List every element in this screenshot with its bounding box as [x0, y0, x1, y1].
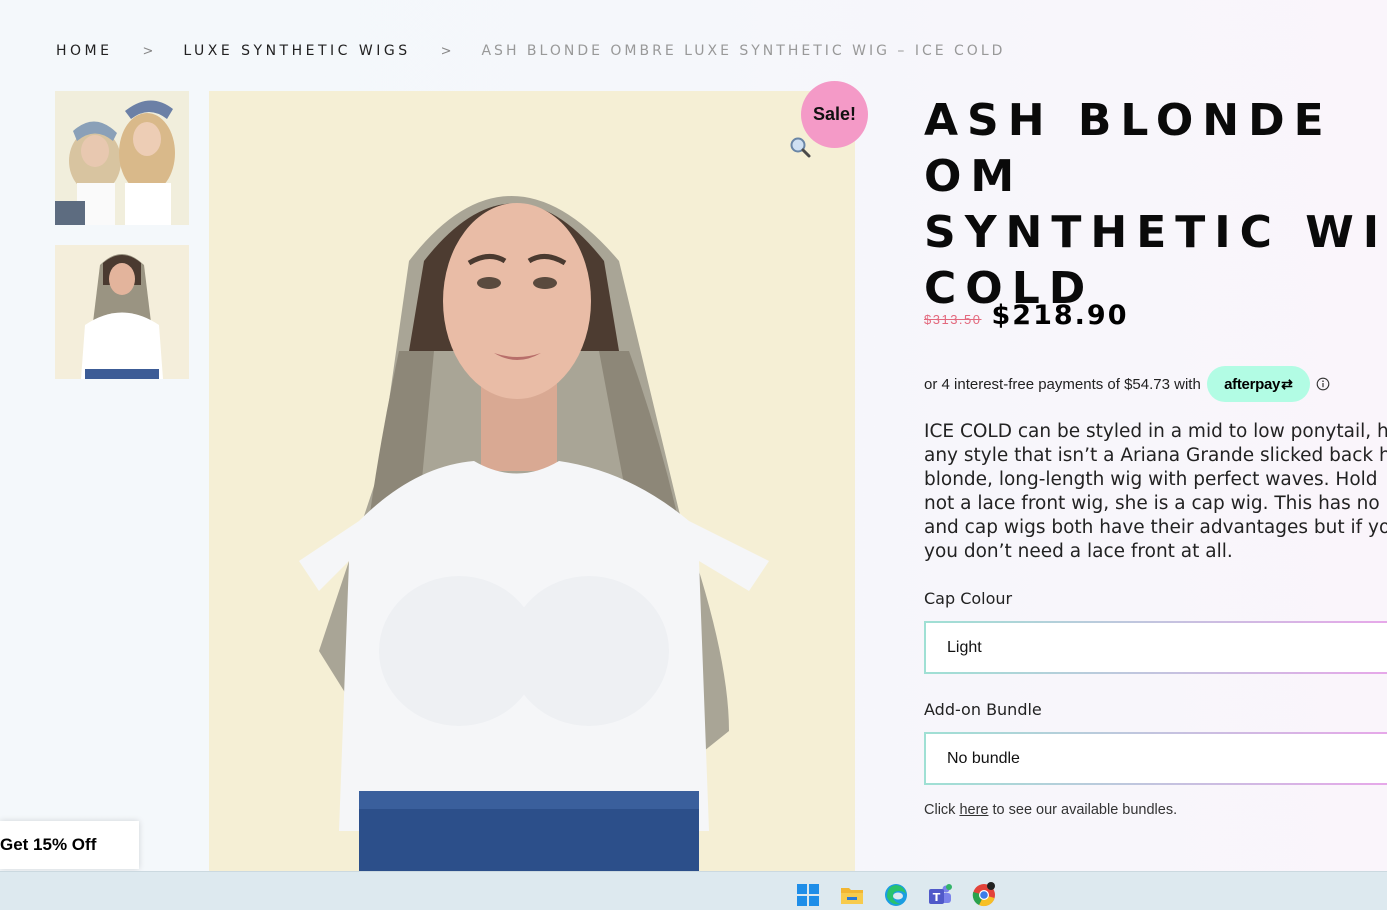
breadcrumb-separator: >: [142, 43, 154, 59]
afterpay-text: or 4 interest-free payments of $54.73 wi…: [924, 375, 1201, 393]
afterpay-label: afterpay: [1224, 375, 1281, 393]
windows-taskbar: T: [0, 871, 1387, 910]
magnifier-icon[interactable]: [788, 135, 812, 159]
sale-price: $218.90: [991, 300, 1129, 331]
afterpay-row: or 4 interest-free payments of $54.73 wi…: [924, 366, 1330, 402]
product-description: ICE COLD can be styled in a mid to low p…: [924, 420, 1387, 564]
bundle-note-prefix: Click: [924, 802, 960, 818]
product-thumbnail-1[interactable]: [55, 91, 189, 225]
teams-icon[interactable]: T: [927, 882, 953, 908]
cap-colour-select[interactable]: Light: [924, 621, 1387, 674]
description-line: blonde, long-length wig with perfect wav…: [924, 469, 1378, 490]
product-title-line: ASH BLONDE OM: [924, 95, 1333, 202]
addon-bundle-select[interactable]: No bundle: [924, 732, 1387, 785]
description-line: not a lace front wig, she is a cap wig. …: [924, 493, 1380, 514]
cap-colour-value: Light: [947, 638, 982, 656]
bundle-note: Click here to see our available bundles.: [924, 802, 1177, 818]
breadcrumb-separator: >: [440, 43, 452, 59]
discount-popup-tab[interactable]: Get 15% Off: [0, 821, 139, 869]
description-line: and cap wigs both have their advantages …: [924, 517, 1387, 538]
discount-tab-label: Get 15% Off: [0, 835, 97, 854]
afterpay-arrows-icon: ⇄: [1281, 375, 1293, 392]
breadcrumb-category-link[interactable]: LUXE SYNTHETIC WIGS: [183, 43, 410, 59]
addon-bundle-value: No bundle: [947, 749, 1020, 767]
woman-ash-blonde-wig-thumbnail: [55, 245, 189, 379]
svg-text:T: T: [933, 891, 941, 904]
woman-ash-blonde-ombre-wig: [209, 91, 855, 871]
edge-browser-icon[interactable]: [883, 882, 909, 908]
price-row: $313.50 $218.90: [924, 300, 1128, 331]
cap-colour-label: Cap Colour: [924, 589, 1013, 608]
afterpay-badge[interactable]: afterpay ⇄: [1206, 366, 1310, 402]
original-price: $313.50: [924, 312, 982, 327]
description-line: ICE COLD can be styled in a mid to low p…: [924, 421, 1387, 442]
product-title-line: SYNTHETIC WIG: [924, 207, 1387, 258]
main-product-image[interactable]: [209, 91, 855, 871]
file-explorer-icon[interactable]: [839, 882, 865, 908]
product-title: ASH BLONDE OM SYNTHETIC WIG COLD: [924, 93, 1387, 317]
bundles-link[interactable]: here: [959, 802, 988, 818]
breadcrumb-current: ASH BLONDE OMBRE LUXE SYNTHETIC WIG – IC…: [481, 43, 1006, 59]
breadcrumb-home-link[interactable]: HOME: [56, 43, 112, 59]
description-line: any style that isn’t a Ariana Grande sli…: [924, 445, 1387, 466]
breadcrumb: HOME > LUXE SYNTHETIC WIGS > ASH BLONDE …: [56, 43, 1005, 59]
chrome-icon[interactable]: [971, 882, 997, 908]
addon-bundle-label: Add-on Bundle: [924, 700, 1042, 719]
two-women-thumbnail: [55, 91, 189, 225]
product-thumbnail-2[interactable]: [55, 245, 189, 379]
description-line: you don’t need a lace front at all.: [924, 541, 1233, 562]
bundle-note-suffix: to see our available bundles.: [988, 802, 1178, 818]
windows-start-icon[interactable]: [795, 882, 821, 908]
info-icon[interactable]: [1316, 377, 1330, 391]
